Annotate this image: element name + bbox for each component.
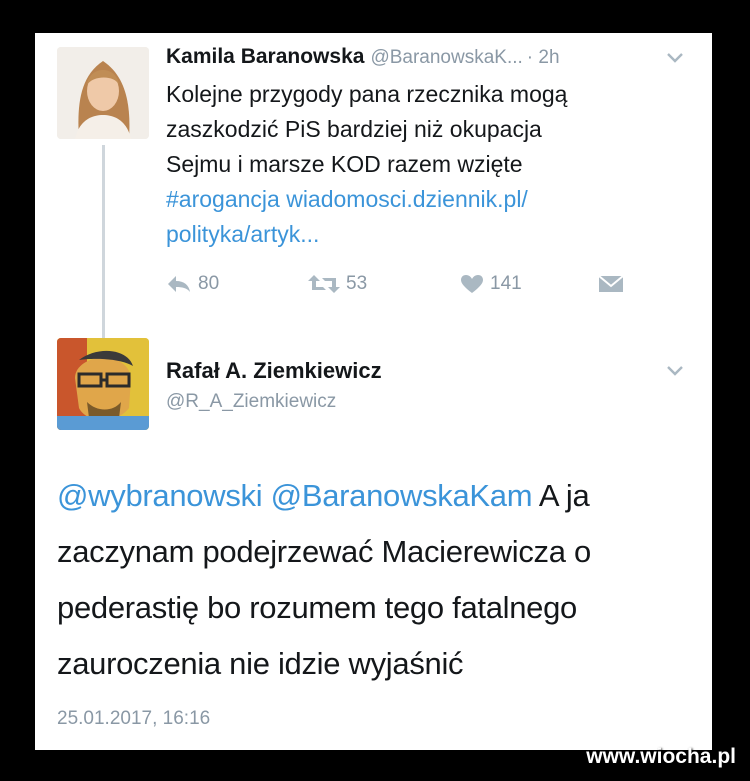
tweet2-text: @wybranowski @BaranowskaKam A ja zaczyna… (57, 468, 697, 692)
retweet-count: 53 (346, 273, 368, 294)
tweet-timestamp[interactable]: 25.01.2017, 16:16 (57, 708, 210, 730)
tweet-text-line: Kolejne przygody pana rzecznika mogą (166, 81, 568, 107)
retweet-button[interactable]: 53 (308, 269, 367, 299)
thread-connector (102, 145, 105, 363)
author-name[interactable]: Rafał A. Ziemkiewicz (166, 358, 382, 384)
direct-message-button[interactable] (598, 269, 624, 299)
author-name[interactable]: Kamila Baranowska (166, 45, 364, 68)
mention-link[interactable]: @BaranowskaKam (271, 478, 533, 513)
chevron-down-icon[interactable] (665, 364, 685, 378)
tweet1-header: Kamila Baranowska @BaranowskaK... · 2h (166, 45, 560, 69)
tweet-text-line: zaszkodzić PiS bardziej niż okupacja (166, 116, 542, 142)
mention-link[interactable]: @wybranowski (57, 478, 263, 513)
chevron-down-icon[interactable] (665, 51, 685, 65)
author-handle[interactable]: @R_A_Ziemkiewicz (166, 391, 336, 413)
tweet-time[interactable]: · 2h (527, 47, 560, 68)
reply-count: 80 (198, 273, 220, 294)
avatar-kamila[interactable] (57, 47, 149, 139)
url-link-continued[interactable]: polityka/artyk... (166, 221, 319, 247)
tweet-card: Kamila Baranowska @BaranowskaK... · 2h Kol… (35, 33, 712, 750)
tweet-text-line: zauroczenia nie idzie wyjaśnić (57, 646, 464, 681)
retweet-icon (308, 275, 340, 293)
tweet-text-line: Sejmu i marsze KOD razem wzięte (166, 151, 523, 177)
tweet-text-line: pederastię bo rozumem tego fatalnego (57, 590, 577, 625)
avatar-rafal[interactable] (57, 338, 149, 430)
heart-icon (461, 275, 483, 293)
author-handle[interactable]: @BaranowskaK... (370, 47, 522, 68)
tweet1-text: Kolejne przygody pana rzecznika mogą zas… (166, 77, 686, 252)
url-link[interactable]: wiadomosci.dziennik.pl/ (286, 186, 528, 212)
reply-icon (168, 276, 190, 292)
watermark: www.wiocha.pl (586, 745, 736, 768)
reply-button[interactable]: 80 (166, 269, 219, 299)
hashtag-link[interactable]: #arogancja (166, 186, 280, 212)
like-count: 141 (490, 273, 522, 294)
direct-message-icon (598, 275, 624, 292)
like-button[interactable]: 141 (460, 269, 522, 299)
tweet-text-fragment: A ja (538, 478, 590, 513)
tweet-text-line: zaczynam podejrzewać Macierewicza o (57, 534, 591, 569)
tweet-actions: 80 53 141 (166, 269, 626, 299)
